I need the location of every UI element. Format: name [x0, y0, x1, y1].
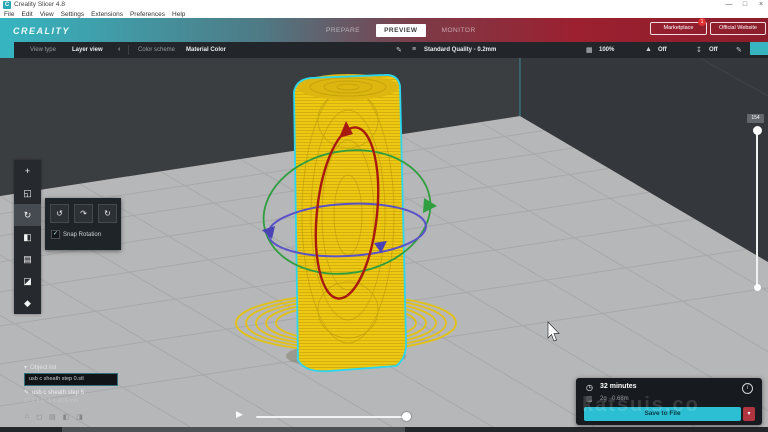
print-summary-panel: ◷ 32 minutes i ▥ 2g · 0.68m Save to File… — [576, 378, 762, 425]
info-icon[interactable]: i — [742, 383, 753, 394]
rotate-option-button[interactable]: ↺ — [50, 204, 69, 223]
tool-button[interactable]: ◧ — [14, 226, 41, 248]
adhesion-icon: ↧ — [696, 47, 702, 54]
view-preset-buttons: ⌂ ◻ ▤ ◧ ◨ — [25, 413, 83, 421]
snap-rotation-checkbox[interactable]: ✓ — [51, 230, 60, 239]
bottom-strip-segment — [62, 427, 405, 432]
menu-item[interactable]: File — [4, 11, 14, 18]
view-preset-icon[interactable]: ⌂ — [25, 413, 29, 421]
stage-tab[interactable]: MONITOR — [434, 24, 484, 37]
tool-button[interactable]: ↻ — [14, 204, 41, 226]
layer-number-badge: 154 — [747, 114, 764, 123]
tool-icon: ◧ — [23, 231, 32, 242]
model-dimensions: 17.1 x 17.1 x 30.8 mm — [24, 398, 79, 404]
tool-icon: ↻ — [23, 209, 32, 220]
tool-sidebar: + ◱ ↻ ◧ ▤ ◪ ◆ — [14, 160, 41, 314]
menu-item[interactable]: Extensions — [91, 11, 123, 18]
filename-input[interactable]: usb c sheath step 0.stl — [24, 373, 118, 386]
model-rename-row[interactable]: ✎ usb c sheath step 5 — [24, 389, 118, 397]
accent-corner-right — [750, 42, 768, 55]
rotate-option-icon: ↻ — [104, 209, 111, 218]
support-icon: ▲ — [645, 46, 652, 53]
material-usage: 2g · 0.68m — [600, 395, 629, 402]
clock-icon: ◷ — [586, 383, 593, 392]
quality-setting[interactable]: Standard Quality - 0.2mm — [424, 47, 496, 53]
collapse-arrow-icon[interactable]: ‹ — [118, 46, 120, 53]
creality-logo: CREALITY — [13, 26, 70, 36]
accent-corner-left — [0, 42, 14, 58]
creality-slicer-window: C Creality Slicer 4.8 — □ × File Edit View… — [0, 0, 768, 432]
menu-item[interactable]: Preferences — [130, 11, 165, 18]
menu-item[interactable]: Edit — [21, 11, 32, 18]
edit-pencil-icon[interactable]: ✎ — [736, 46, 742, 54]
menu-item[interactable]: Help — [172, 11, 185, 18]
view-type-label: View type — [30, 47, 56, 53]
view-type-select[interactable]: Layer view — [72, 47, 103, 53]
animation-slider-track[interactable] — [256, 416, 406, 418]
toolbar-divider — [128, 45, 129, 55]
tool-button[interactable]: ▤ — [14, 248, 41, 270]
stage-tab[interactable]: PREVIEW — [376, 23, 426, 37]
tool-icon: ▤ — [23, 253, 32, 264]
rotate-tool-flyout: ↺ ↷ ↻ ✓ Snap Rotation — [45, 198, 121, 250]
object-info-panel: ▾ Object list usb c sheath step 0.stl ✎ … — [24, 364, 118, 404]
rotate-option-icon: ↺ — [56, 209, 63, 218]
play-button[interactable]: ▶ — [236, 409, 243, 420]
rotate-option-button[interactable]: ↻ — [98, 204, 117, 223]
stage-tabs: PREPARE PREVIEW MONITOR — [318, 21, 484, 39]
layer-slider-handle-top[interactable] — [752, 126, 762, 135]
save-to-file-button[interactable]: Save to File — [584, 407, 741, 421]
infill-setting[interactable]: 100% — [599, 47, 614, 53]
save-dropdown-button[interactable]: ▾ — [743, 407, 755, 421]
menu-item[interactable]: Settings — [61, 11, 85, 18]
os-titlebar: C Creality Slicer 4.8 — □ × — [0, 0, 768, 10]
adhesion-setting[interactable]: Off — [709, 47, 718, 53]
preview-toolbar: View type Layer view ‹ Color scheme Mate… — [0, 42, 768, 58]
layer-slider-track[interactable] — [756, 130, 758, 288]
minimize-button[interactable]: — — [722, 0, 736, 10]
rotate-option-icon: ↷ — [80, 209, 87, 218]
tool-button[interactable]: ◱ — [14, 182, 41, 204]
official-website-button[interactable]: Official Website — [710, 22, 766, 35]
stage-tab[interactable]: PREPARE — [318, 24, 368, 37]
rename-pencil-icon[interactable]: ✎ — [24, 389, 29, 396]
rotate-flyout-buttons: ↺ ↷ ↻ — [50, 204, 117, 223]
color-scheme-select[interactable]: Material Color — [186, 47, 226, 53]
app-icon: C — [3, 1, 11, 9]
chevron-down-icon: ▾ — [24, 365, 28, 371]
snap-rotation-row: ✓ Snap Rotation — [51, 230, 101, 239]
object-list-toggle[interactable]: ▾ Object list — [24, 364, 118, 372]
tool-icon: + — [24, 166, 31, 176]
snap-rotation-label: Snap Rotation — [63, 231, 102, 238]
menu-item[interactable]: View — [40, 11, 54, 18]
view-preset-icon[interactable]: ◧ — [63, 413, 70, 421]
close-button[interactable]: × — [754, 0, 768, 10]
model-name: usb c sheath step 5 — [32, 389, 85, 396]
support-setting[interactable]: Off — [658, 47, 667, 53]
infill-icon: ▦ — [586, 47, 593, 54]
layer-slider-handle-bottom[interactable] — [753, 284, 761, 291]
tool-button[interactable]: ◆ — [14, 292, 41, 314]
tool-icon: ◱ — [23, 187, 32, 198]
window-title: Creality Slicer 4.8 — [14, 1, 65, 8]
layer-height-icon: ≡ — [412, 46, 417, 53]
model-cylinder[interactable] — [293, 74, 407, 373]
view-preset-icon[interactable]: ▤ — [49, 413, 56, 421]
maximize-button[interactable]: □ — [738, 0, 752, 10]
header-bar: CREALITY PREPARE PREVIEW MONITOR Marketpla… — [0, 18, 768, 42]
object-list-label: Object list — [30, 364, 57, 371]
tool-button[interactable]: ◪ — [14, 270, 41, 292]
marketplace-badge: 1 — [698, 18, 706, 26]
filament-spool-icon: ▥ — [586, 396, 593, 403]
tool-icon: ◆ — [24, 297, 31, 308]
edit-pencil-icon[interactable]: ✎ — [396, 46, 402, 54]
view-preset-icon[interactable]: ◻ — [36, 413, 42, 421]
print-time: 32 minutes — [600, 383, 637, 390]
color-scheme-label: Color scheme — [138, 47, 176, 53]
rotate-option-button[interactable]: ↷ — [74, 204, 93, 223]
animation-slider-handle[interactable] — [402, 412, 411, 421]
tool-icon: ◪ — [23, 275, 32, 286]
tool-button[interactable]: + — [14, 160, 41, 182]
view-preset-icon[interactable]: ◨ — [76, 413, 83, 421]
